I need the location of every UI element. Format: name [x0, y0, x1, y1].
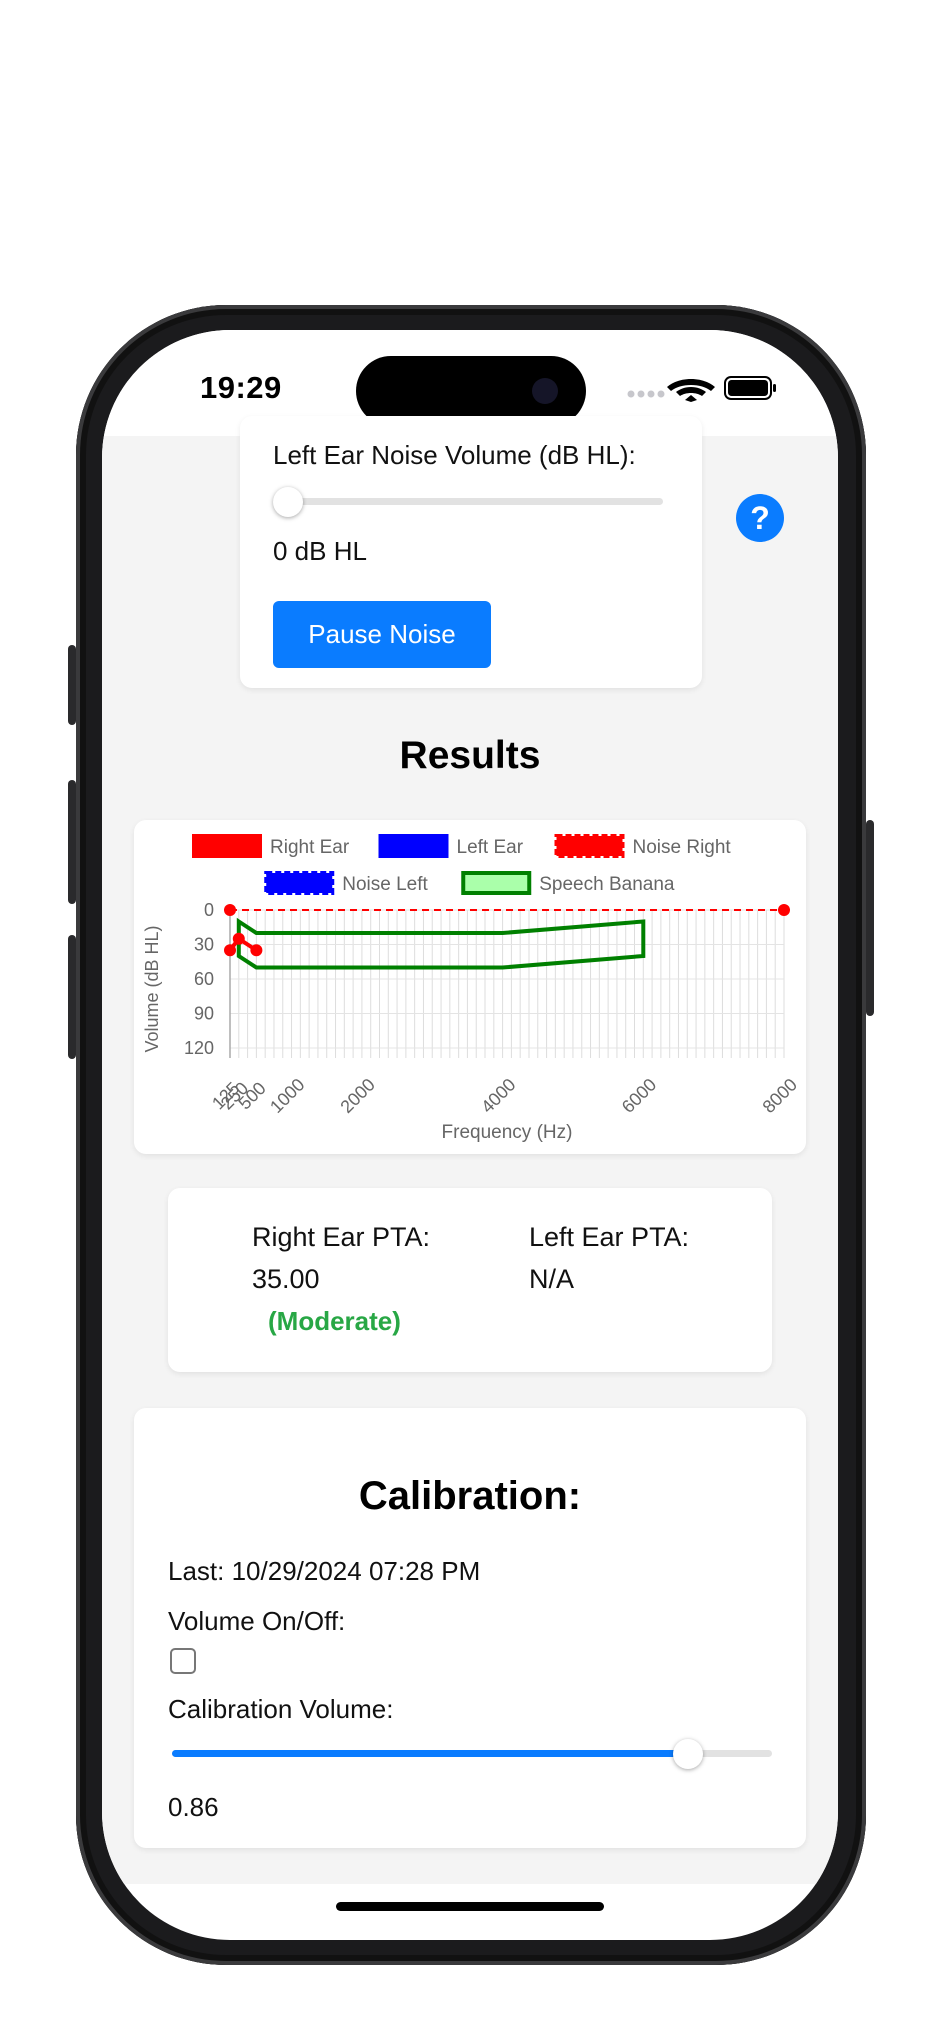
volume-up-button [68, 780, 76, 904]
y-tick-label: 60 [194, 969, 214, 989]
noise-slider-track [273, 498, 663, 505]
volume-down-button [68, 935, 76, 1059]
phone-screen: 19:29 Left Ear Noise Volume (dB HL): 0 d… [102, 330, 838, 1940]
noise-right-point [224, 904, 236, 916]
calibration-volume-value: 0.86 [168, 1792, 219, 1822]
help-button[interactable]: ? [736, 494, 784, 542]
noise-slider-thumb[interactable] [273, 487, 303, 517]
noise-right-point [778, 904, 790, 916]
y-tick-label: 30 [194, 935, 214, 955]
legend-item: Right Ear [192, 834, 350, 858]
volume-toggle-checkbox[interactable] [170, 1648, 196, 1674]
left-ear-pta-value: N/A [529, 1264, 575, 1294]
y-tick-label: 120 [184, 1038, 214, 1058]
cellular-signal-icon [627, 390, 665, 398]
app-content: Left Ear Noise Volume (dB HL): 0 dB HL P… [102, 416, 838, 1884]
power-button [866, 820, 874, 1016]
right-ear-point [224, 944, 236, 957]
noise-volume-label: Left Ear Noise Volume (dB HL): [273, 440, 636, 470]
camera-icon [532, 378, 558, 404]
legend-item: Noise Right [554, 834, 732, 858]
x-tick-label: 2000 [336, 1075, 378, 1117]
noise-control-card: Left Ear Noise Volume (dB HL): 0 dB HL P… [240, 416, 702, 688]
noise-volume-slider[interactable] [273, 484, 663, 520]
x-axis-title: Frequency (Hz) [442, 1122, 573, 1143]
wifi-icon [667, 379, 715, 402]
legend-item: Noise Left [264, 871, 429, 895]
status-icons [627, 376, 776, 402]
x-tick-label: 6000 [618, 1075, 660, 1117]
legend-item: Speech Banana [461, 871, 675, 895]
right-ear-point [232, 932, 245, 945]
audiogram-chart: Right Ear Left Ear Noise Right Noise Left Sp… [142, 834, 801, 1143]
right-ear-pta-category: (Moderate) [268, 1306, 401, 1336]
y-axis-title: Volume (dB HL) [142, 925, 162, 1052]
pta-card: Right Ear PTA: 35.00 (Moderate) Left Ear… [168, 1188, 772, 1372]
right-ear-pta-label: Right Ear PTA: [252, 1222, 431, 1252]
calibration-volume-label: Calibration Volume: [168, 1694, 394, 1724]
legend-label: Noise Right [633, 837, 732, 858]
legend-item: Left Ear [378, 834, 524, 858]
battery-icon [724, 376, 776, 400]
legend-swatch [264, 871, 335, 895]
legend-swatch [461, 871, 532, 895]
left-ear-pta-label: Left Ear PTA: [529, 1222, 690, 1252]
x-tick-label: 1000 [266, 1075, 308, 1117]
right-ear-pta-value: 35.00 [252, 1264, 320, 1294]
legend-label: Left Ear [457, 837, 524, 858]
results-title: Results [399, 734, 541, 777]
calibration-last: Last: 10/29/2024 07:28 PM [168, 1556, 481, 1586]
calibration-slider-fill [172, 1750, 688, 1757]
calibration-slider-thumb[interactable] [673, 1739, 703, 1769]
calibration-volume-slider[interactable] [172, 1736, 772, 1772]
x-tick-label: 4000 [477, 1075, 519, 1117]
right-ear-point [250, 944, 263, 957]
calibration-title: Calibration: [358, 1474, 582, 1518]
y-tick-label: 90 [194, 1004, 214, 1024]
legend-swatch [378, 834, 449, 858]
calibration-card: Calibration: Last: 10/29/2024 07:28 PM V… [134, 1408, 806, 1848]
volume-toggle-label: Volume On/Off: [168, 1606, 346, 1636]
x-tick-label: 8000 [759, 1075, 801, 1117]
legend-swatch [554, 834, 625, 858]
legend-label: Right Ear [270, 837, 350, 858]
action-button [68, 645, 76, 725]
pause-noise-button[interactable]: Pause Noise [273, 601, 491, 668]
legend-swatch [192, 834, 262, 858]
legend-label: Noise Left [342, 874, 428, 895]
noise-volume-value: 0 dB HL [273, 536, 367, 566]
legend-label: Speech Banana [539, 874, 675, 895]
status-time: 19:29 [200, 370, 282, 405]
home-indicator [336, 1902, 604, 1911]
y-tick-label: 0 [204, 900, 214, 920]
audiogram-card: Right Ear Left Ear Noise Right Noise Left Sp… [134, 820, 806, 1154]
